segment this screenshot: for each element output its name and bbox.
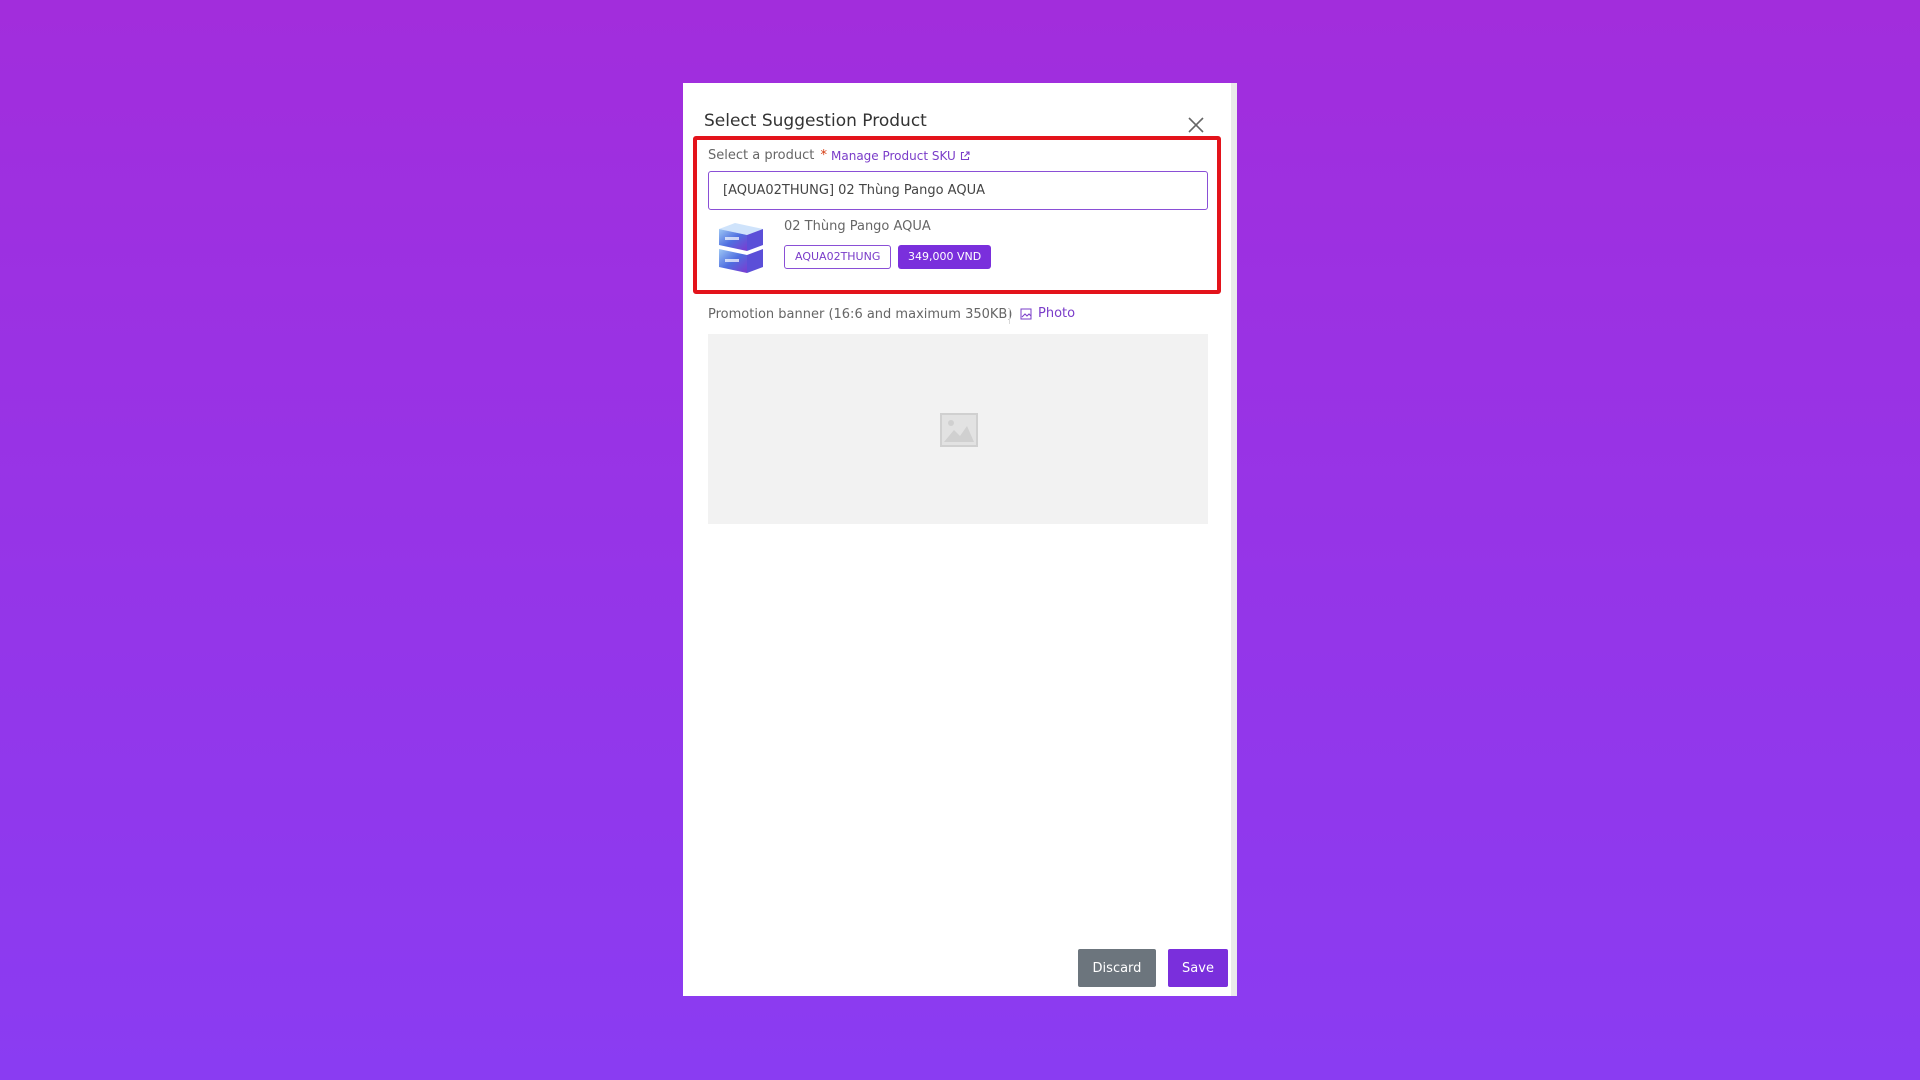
product-field-label: Select a product * — [708, 148, 827, 163]
required-mark: * — [820, 148, 827, 163]
image-placeholder-icon — [940, 413, 978, 447]
discard-button[interactable]: Discard — [1078, 949, 1156, 987]
modal-title: Select Suggestion Product — [704, 111, 927, 131]
select-suggestion-product-modal: Select Suggestion Product Select a produ… — [683, 83, 1237, 996]
sku-tag: AQUA02THUNG — [784, 245, 892, 269]
promotion-banner-label: Promotion banner (16:6 and maximum 350KB… — [708, 307, 1013, 322]
product-select[interactable]: [AQUA02THUNG] 02 Thùng Pango AQUA — [708, 171, 1208, 210]
close-icon[interactable] — [1186, 115, 1206, 135]
banner-placeholder[interactable] — [708, 334, 1208, 524]
external-link-icon — [960, 151, 970, 161]
photo-button-label: Photo — [1038, 306, 1076, 321]
product-thumbnail — [719, 223, 763, 273]
product-name: 02 Thùng Pango AQUA — [784, 219, 931, 234]
manage-product-sku-label: Manage Product SKU — [831, 149, 956, 163]
image-icon — [1020, 308, 1032, 319]
manage-product-sku-link[interactable]: Manage Product SKU — [831, 149, 970, 163]
divider — [1009, 308, 1010, 324]
save-button[interactable]: Save — [1168, 949, 1228, 987]
product-field-label-text: Select a product — [708, 148, 815, 163]
photo-upload-button[interactable]: Photo — [1020, 306, 1075, 321]
price-tag: 349,000 VND — [898, 245, 992, 269]
